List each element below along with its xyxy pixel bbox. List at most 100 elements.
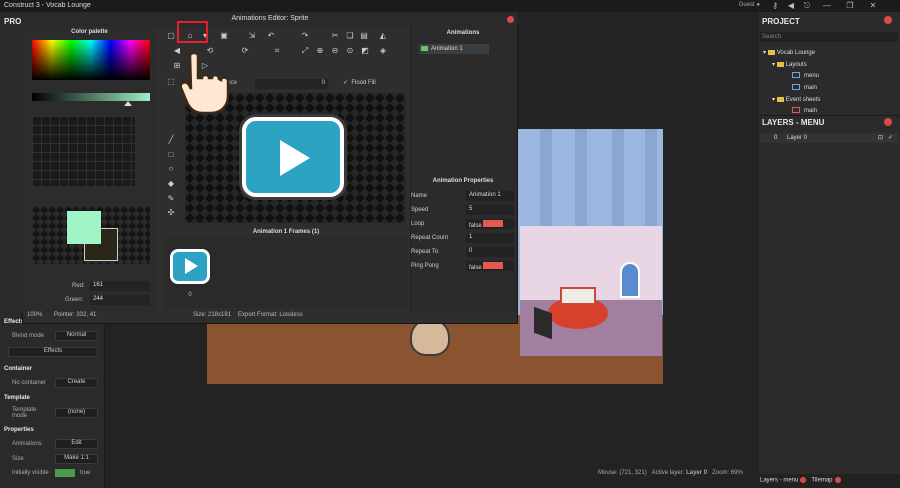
red-input[interactable]: 161 xyxy=(90,281,150,291)
layers-icon[interactable]: ◈ xyxy=(378,46,388,56)
save-icon[interactable]: ▣ xyxy=(219,31,229,41)
copy-icon[interactable]: ❏ xyxy=(345,31,355,41)
project-close-icon[interactable] xyxy=(884,16,892,24)
slider-handle-icon[interactable] xyxy=(124,101,132,106)
properties-section[interactable]: Properties xyxy=(4,427,34,433)
animations-label: Animations xyxy=(12,441,42,447)
brightness-slider[interactable] xyxy=(32,93,150,101)
paste-icon[interactable]: ▤ xyxy=(359,31,369,41)
back-icon[interactable]: ◀ xyxy=(786,1,796,11)
loop-toggle-switch[interactable] xyxy=(483,220,504,227)
visible-check-icon[interactable]: ✓ xyxy=(888,134,893,141)
ellipse-tool-icon[interactable]: ○ xyxy=(166,164,176,174)
layer-number: 0 xyxy=(774,135,778,141)
prop-repeat-to-label: Repeat To xyxy=(411,249,439,255)
tree-layouts-label: Layouts xyxy=(785,62,807,68)
prop-repeat-to-input[interactable]: 0 xyxy=(466,247,514,257)
image-size: Size: 218x181 xyxy=(193,312,232,318)
tab-layers-menu[interactable]: Layers - menu xyxy=(760,478,798,484)
zoom-in-icon[interactable]: ⊕ xyxy=(315,46,325,56)
rotate-cw-icon[interactable]: ⟳ xyxy=(240,46,250,56)
prop-loop-value: false xyxy=(469,223,482,229)
folder-icon xyxy=(776,61,784,67)
mouse-position: Mouse: (721, 321) xyxy=(598,470,647,476)
initially-visible-toggle[interactable] xyxy=(55,469,75,477)
blend-mode-select[interactable]: Normal xyxy=(55,331,98,341)
background-icon[interactable]: ◩ xyxy=(360,46,370,56)
export-icon[interactable]: ⇲ xyxy=(247,31,257,41)
close-tab-icon[interactable] xyxy=(834,477,841,483)
resize-icon[interactable]: ⤢ xyxy=(300,46,310,56)
color-swatches-grid[interactable] xyxy=(32,116,135,186)
play-icon xyxy=(280,140,310,176)
left-panel-header: PRO xyxy=(4,17,22,26)
container-section[interactable]: Container xyxy=(4,366,32,372)
palette-title: Color palette xyxy=(71,29,108,35)
share-icon[interactable]: ⎋ xyxy=(802,1,812,11)
template-mode-select[interactable]: (none) xyxy=(55,408,98,418)
prop-repeat-count-input[interactable]: 1 xyxy=(466,233,514,243)
edit-animations-button[interactable]: Edit xyxy=(55,439,98,449)
zoom-reset-icon[interactable]: ⊙ xyxy=(345,46,355,56)
color-spectrum[interactable] xyxy=(32,40,150,80)
prop-speed-input[interactable]: 5 xyxy=(466,205,514,215)
tree-layout-main[interactable] xyxy=(792,84,802,91)
eyedropper-tool-icon[interactable]: ✎ xyxy=(166,194,176,204)
tree-layout-menu[interactable] xyxy=(792,72,802,79)
rectangle-tool-icon[interactable]: □ xyxy=(166,150,176,160)
origin-tool-icon[interactable]: ✣ xyxy=(166,208,176,218)
zoom-level: Zoom: 69% xyxy=(712,470,743,476)
status-bar: Mouse: (721, 321) Active layer: Layer 0 … xyxy=(598,470,756,480)
play-icon xyxy=(185,258,198,274)
key-icon[interactable]: ⚷ xyxy=(770,1,780,11)
prop-ping-pong-toggle[interactable]: false xyxy=(466,261,514,271)
zoom-out-icon[interactable]: ⊖ xyxy=(330,46,340,56)
project-panel xyxy=(757,12,900,488)
layers-close-icon[interactable] xyxy=(884,118,892,126)
frames-title: Animation 1 Frames (1) xyxy=(252,229,320,235)
layout-icon xyxy=(792,84,800,90)
animation-item-label: Animation 1 xyxy=(431,46,463,53)
green-input[interactable]: 244 xyxy=(90,295,150,305)
room-window xyxy=(620,262,640,298)
undo-icon[interactable]: ↶ xyxy=(266,31,276,41)
prop-name-input[interactable]: Animation 1 xyxy=(466,191,514,201)
create-container-button[interactable]: Create xyxy=(55,378,98,388)
guest-user[interactable]: Guest ● xyxy=(739,2,760,8)
ping-pong-toggle-switch[interactable] xyxy=(483,262,504,269)
redo-icon[interactable]: ↷ xyxy=(300,31,310,41)
mirror-icon[interactable]: ◭ xyxy=(378,31,388,41)
project-search-input[interactable]: Search xyxy=(760,32,898,42)
effects-section[interactable]: Effects xyxy=(4,319,24,325)
tree-eventsheet-main[interactable] xyxy=(792,107,802,114)
lock-icon[interactable]: ⊡ xyxy=(878,134,883,141)
tolerance-input[interactable]: 0 xyxy=(255,79,328,89)
template-section[interactable]: Template xyxy=(4,395,30,401)
line-tool-icon[interactable]: ╱ xyxy=(166,135,176,145)
tree-root-label: Vocab Lounge xyxy=(776,50,816,56)
minimize-icon[interactable]: — xyxy=(822,1,832,11)
prop-loop-toggle[interactable]: false xyxy=(466,219,514,229)
active-layer: Layer 0 xyxy=(686,470,708,476)
animation-properties-title: Animation Properties xyxy=(432,178,494,184)
layer-row[interactable]: 0 Layer 0 ⊡ ✓ xyxy=(760,133,898,143)
effects-button[interactable]: Effects xyxy=(8,347,98,357)
tree-root[interactable]: ▾ Vocab Lounge xyxy=(763,49,815,56)
tab-tilemap[interactable]: Tilemap xyxy=(811,478,832,484)
prop-speed-label: Speed xyxy=(411,207,429,213)
crop-icon[interactable]: ⌗ xyxy=(272,46,282,56)
select-tool-icon[interactable]: ⬚ xyxy=(166,77,176,87)
cut-icon[interactable]: ✂ xyxy=(330,31,340,41)
close-window-icon[interactable]: ✕ xyxy=(868,1,878,11)
animation-list-item[interactable]: Animation 1 xyxy=(419,44,489,54)
tree-event-sheets[interactable]: ▾ Event sheets xyxy=(772,96,820,103)
make-1-1-button[interactable]: Make 1:1 xyxy=(55,454,98,464)
tree-layouts[interactable]: ▾ Layouts xyxy=(772,61,807,68)
maximize-icon[interactable]: ❐ xyxy=(845,1,855,11)
primary-color[interactable] xyxy=(67,211,101,244)
close-tab-icon[interactable] xyxy=(800,477,807,483)
new-file-icon[interactable]: ▢ xyxy=(166,31,176,41)
dialog-close-icon[interactable] xyxy=(507,16,514,23)
fill-tool-icon[interactable]: ◆ xyxy=(166,179,176,189)
flood-fill-checkbox[interactable]: ✓ Flood Fill xyxy=(343,79,376,86)
